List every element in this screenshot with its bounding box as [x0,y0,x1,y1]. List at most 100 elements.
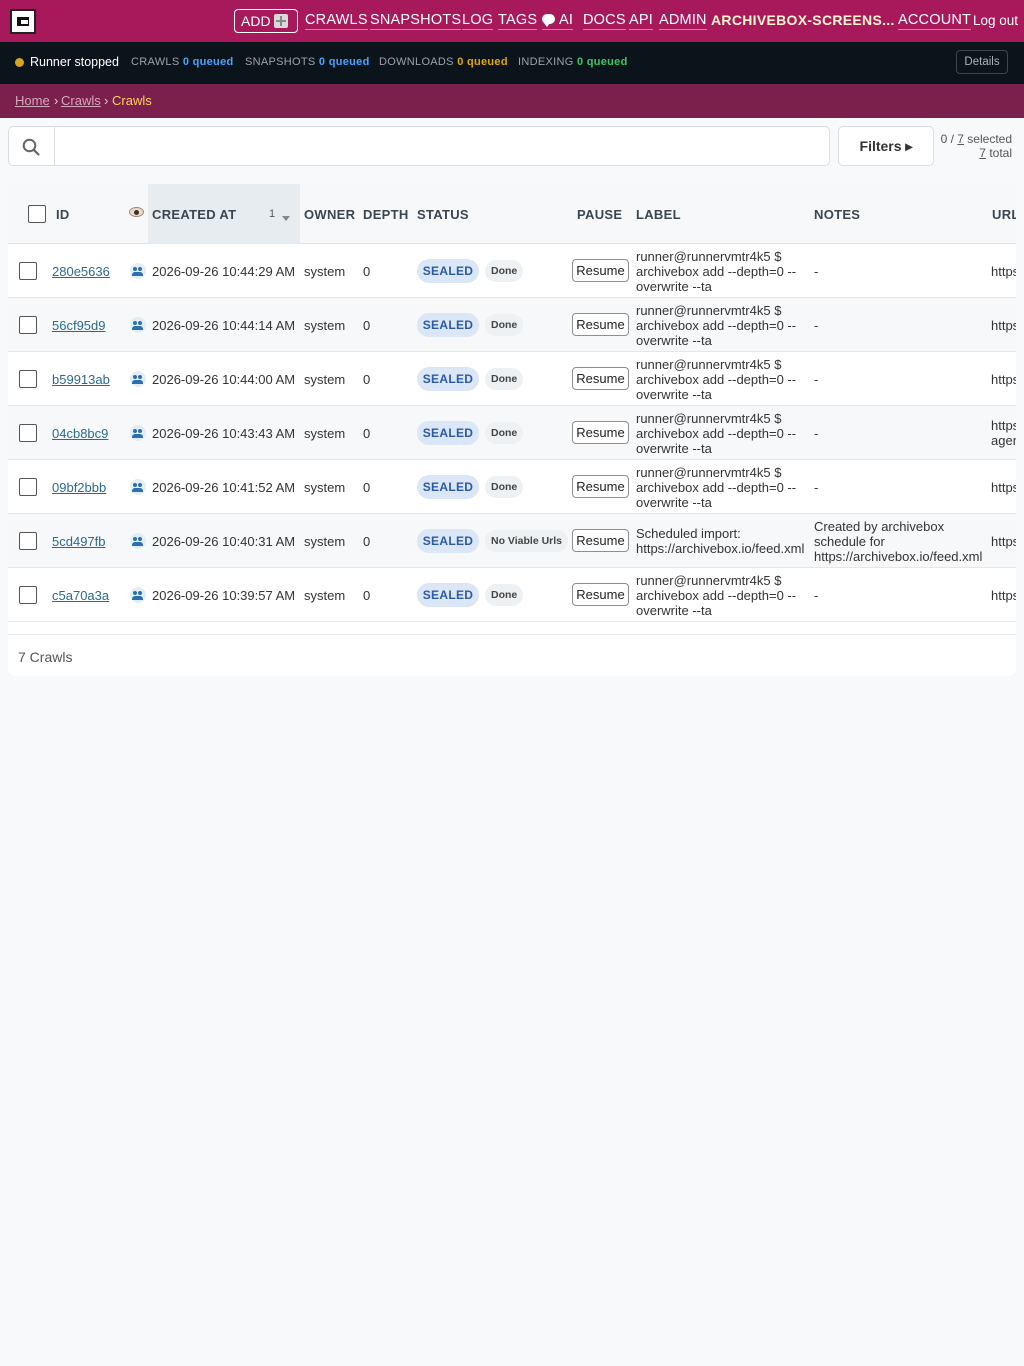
owner: system [304,264,346,279]
state-badge: No Viable Urls [485,530,568,552]
breadcrumb-home[interactable]: Home [15,93,50,108]
resume-button[interactable]: Resume [572,529,629,552]
site-name-link[interactable]: ARCHIVEBOX-SCREENS... [711,12,895,29]
crawl-notes: - [814,480,819,495]
select-all-checkbox[interactable] [28,205,46,223]
add-button[interactable]: ADD [234,9,298,33]
users-icon [130,479,146,495]
nav-log[interactable]: LOG [462,12,494,30]
nav-admin[interactable]: ADMIN [659,12,707,30]
filters-button[interactable]: Filters ▸ [838,126,934,166]
nav-crawls[interactable]: CRAWLS [305,12,368,30]
created-at: 2026-09-26 10:44:14 AM [152,318,296,333]
state-badge: Done [485,476,524,498]
crawl-id-link[interactable]: 56cf95d9 [52,318,106,333]
status-badge: SEALED [417,313,479,337]
selection-counter: 0 / 7 selected 7 total [940,132,1012,160]
nav-docs[interactable]: DOCS [583,12,626,30]
crawl-notes: - [814,264,819,279]
created-at: 2026-09-26 10:43:43 AM [152,426,296,441]
eye-icon [129,207,144,217]
total-label: total [985,146,1012,160]
users-icon [130,263,146,279]
status-badge: SEALED [417,583,479,607]
add-button-label: ADD [241,13,271,29]
breadcrumb-crawls[interactable]: Crawls [61,93,101,108]
col-header-notes[interactable]: NOTES [814,207,860,222]
crawl-urls: https [991,318,1016,333]
col-header-depth[interactable]: DEPTH [363,207,409,222]
nav-api[interactable]: API [629,12,653,30]
resume-button[interactable]: Resume [572,475,629,498]
users-icon [130,317,146,333]
logout-link[interactable]: Log out [973,13,1018,28]
details-button[interactable]: Details [956,50,1008,74]
downloads-queue-label: DOWNLOADS [379,56,454,68]
crawl-id-link[interactable]: b59913ab [52,372,110,387]
nav-ai-label: AI [559,12,574,28]
crawl-urls: https [991,480,1016,495]
row-checkbox[interactable] [19,586,37,604]
crawl-id-link[interactable]: 09bf2bbb [52,480,106,495]
resume-button[interactable]: Resume [572,313,629,336]
crawl-id-link[interactable]: 280e5636 [52,264,110,279]
table-row: b59913ab 2026-09-26 10:44:00 AM system 0… [8,352,1016,406]
crawl-id-link[interactable]: 5cd497fb [52,534,106,549]
users-icon [130,371,146,387]
sort-priority: 1 [269,208,276,220]
col-header-id[interactable]: ID [56,207,70,222]
col-header-status[interactable]: STATUS [417,207,469,222]
created-at: 2026-09-26 10:40:31 AM [152,534,296,549]
depth: 0 [363,426,371,441]
search-button[interactable] [9,127,55,165]
crawl-label: runner@runnervmtr4k5 $ archivebox add --… [636,465,797,510]
crawl-urls: https [991,588,1016,603]
crawl-id-link[interactable]: 04cb8bc9 [52,426,108,441]
col-header-created-at[interactable]: CREATED AT [152,207,236,222]
row-checkbox[interactable] [19,262,37,280]
selected-label: selected [963,132,1012,146]
nav-snapshots[interactable]: SNAPSHOTS [370,12,462,30]
result-count: 7 Crawls [18,649,73,665]
resume-button[interactable]: Resume [572,583,629,606]
table-row: 56cf95d9 2026-09-26 10:44:14 AM system 0… [8,298,1016,352]
col-header-label[interactable]: LABEL [636,207,681,222]
row-checkbox[interactable] [19,478,37,496]
nav-account[interactable]: ACCOUNT [898,12,972,30]
indexing-queue-status: INDEXING 0 queued [518,56,628,68]
runner-status-text: Runner stopped [30,55,119,69]
resume-button[interactable]: Resume [572,367,629,390]
depth: 0 [363,480,371,495]
indexing-queue-label: INDEXING [518,56,574,68]
search-input[interactable] [8,126,830,166]
users-icon [130,587,146,603]
total-count-link[interactable]: 7 [979,146,986,160]
table-row: 09bf2bbb 2026-09-26 10:41:52 AM system 0… [8,460,1016,514]
nav-tags[interactable]: TAGS [498,12,538,30]
row-checkbox[interactable] [19,370,37,388]
downloads-queue-value: 0 queued [457,56,508,68]
row-checkbox[interactable] [19,424,37,442]
crawl-notes: Created by archivebox schedule for https… [814,519,983,564]
search-icon [22,138,40,156]
crawl-label: runner@runnervmtr4k5 $ archivebox add --… [636,249,797,294]
sort-desc-icon[interactable] [282,216,290,221]
crawl-id-link[interactable]: c5a70a3a [52,588,109,603]
archivebox-logo-icon[interactable] [10,9,36,34]
col-header-urls[interactable]: URL [992,207,1016,222]
row-checkbox[interactable] [19,532,37,550]
col-header-pause: PAUSE [577,207,623,222]
row-checkbox[interactable] [19,316,37,334]
nav-ai[interactable]: AI [542,12,574,30]
snapshots-queue-label: SNAPSHOTS [245,56,316,68]
depth: 0 [363,372,371,387]
resume-button[interactable]: Resume [572,259,629,282]
status-badge: SEALED [417,529,479,553]
state-badge: Done [485,584,524,606]
col-header-owner[interactable]: OWNER [304,207,355,222]
select-all-link[interactable]: 7 [957,132,964,146]
state-badge: Done [485,314,524,336]
resume-button[interactable]: Resume [572,421,629,444]
snapshots-queue-value: 0 queued [318,56,370,68]
owner: system [304,426,346,441]
